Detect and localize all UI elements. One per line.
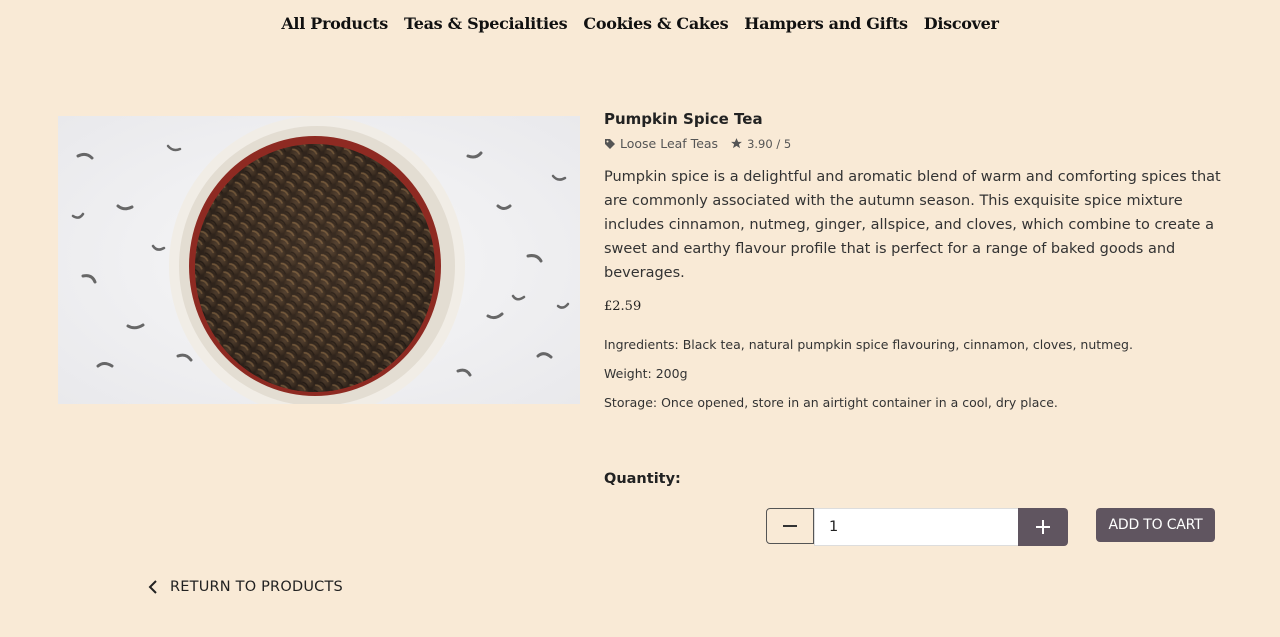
quantity-label: Quantity: (604, 471, 681, 487)
product-meta: Loose Leaf Teas 3.90 / 5 (604, 136, 1224, 151)
plus-icon (1036, 520, 1050, 534)
product-rating: 3.90 / 5 (747, 136, 792, 151)
nav-hampers-gifts[interactable]: Hampers and Gifts (744, 14, 908, 33)
return-to-products-link[interactable]: RETURN TO PRODUCTS (148, 579, 343, 595)
product-details: Pumpkin Spice Tea Loose Leaf Teas 3.90 /… (604, 110, 1224, 417)
product-image (58, 116, 580, 404)
quantity-input[interactable] (814, 508, 1020, 546)
star-icon (730, 137, 743, 150)
product-title: Pumpkin Spice Tea (604, 110, 763, 128)
nav-cookies-cakes[interactable]: Cookies & Cakes (583, 14, 728, 33)
main-nav: All Products Teas & Specialities Cookies… (0, 14, 1280, 33)
nav-teas-specialities[interactable]: Teas & Specialities (404, 14, 568, 33)
tag-icon (604, 138, 616, 150)
nav-all-products[interactable]: All Products (281, 14, 388, 33)
chevron-left-icon (148, 579, 158, 595)
product-storage: Storage: Once opened, store in an airtig… (604, 395, 1058, 410)
minus-icon (783, 525, 797, 527)
product-info: Ingredients: Black tea, natural pumpkin … (604, 330, 1224, 417)
product-weight: Weight: 200g (604, 366, 688, 381)
increment-button[interactable] (1018, 508, 1068, 546)
product-price: £2.59 (604, 299, 642, 314)
tea-bowl-illustration (58, 116, 580, 404)
decrement-button[interactable] (766, 508, 814, 544)
category-link[interactable]: Loose Leaf Teas (620, 136, 718, 151)
nav-discover[interactable]: Discover (924, 14, 999, 33)
product-ingredients: Ingredients: Black tea, natural pumpkin … (604, 337, 1133, 352)
return-label: RETURN TO PRODUCTS (170, 579, 343, 595)
add-to-cart-button[interactable]: ADD TO CART (1096, 508, 1215, 542)
product-description: Pumpkin spice is a delightful and aromat… (604, 169, 1221, 281)
